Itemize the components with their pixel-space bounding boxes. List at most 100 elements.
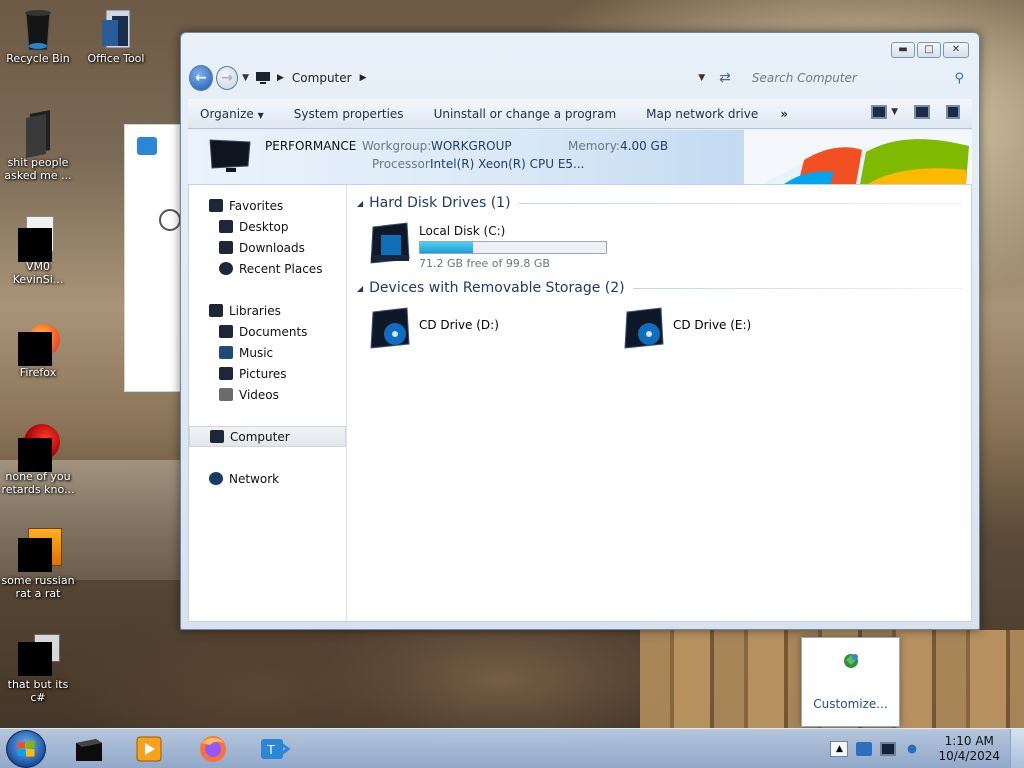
address-bar[interactable]: ▶ Computer ▶	[255, 67, 648, 89]
more-commands-button[interactable]: »	[780, 107, 788, 121]
info-icon	[159, 209, 181, 231]
recent-pages-dropdown[interactable]: ▼	[242, 73, 249, 83]
organize-menu[interactable]: Organize ▼	[200, 107, 264, 121]
system-properties-button[interactable]: System properties	[294, 107, 404, 121]
maximize-button[interactable]: □	[917, 42, 941, 58]
network-status-icon[interactable]	[880, 742, 897, 756]
breadcrumb-computer[interactable]: Computer	[292, 71, 352, 85]
app-icon	[16, 528, 62, 572]
explorer-icon	[76, 739, 102, 761]
security-shield-icon[interactable]	[856, 742, 873, 756]
drives-view: ◢ Hard Disk Drives (1) Local Disk (C:) 7…	[347, 185, 971, 621]
nav-label: Videos	[239, 387, 279, 402]
network-globe-icon[interactable]	[842, 652, 860, 670]
desktop-icon-vm0[interactable]: VM0 KevinSi...	[0, 214, 76, 286]
drive-cd-e[interactable]: CD Drive (E:)	[621, 304, 875, 352]
media-player-icon	[136, 736, 162, 762]
collapse-icon[interactable]: ◢	[357, 284, 363, 293]
desktop-icon-shortcut-3[interactable]: some russian rat a rat	[0, 528, 76, 600]
drive-free-space: 71.2 GB free of 99.8 GB	[419, 257, 550, 270]
view-dropdown-icon[interactable]: ▼	[891, 107, 898, 117]
forward-button[interactable]: →	[215, 66, 239, 90]
processor-value: Intel(R) Xeon(R) CPU E5...	[430, 157, 585, 171]
desktop-icon-firefox[interactable]: Firefox	[0, 320, 76, 379]
clock-time: 1:10 AM	[944, 734, 994, 748]
nav-downloads[interactable]: Downloads	[189, 237, 346, 258]
nav-documents[interactable]: Documents	[189, 321, 346, 342]
nav-desktop[interactable]: Desktop	[189, 216, 346, 237]
desktop-icon-office-tool[interactable]: Office Tool	[78, 6, 154, 65]
folder-icon	[16, 110, 60, 158]
nav-music[interactable]: Music	[189, 342, 346, 363]
help-icon[interactable]	[946, 105, 960, 119]
background-window[interactable]	[124, 124, 186, 392]
nav-label: Libraries	[229, 303, 281, 318]
drive-cd-d[interactable]: CD Drive (D:)	[367, 304, 621, 352]
drive-name: CD Drive (E:)	[673, 318, 752, 332]
desktop-icon-label: Firefox	[19, 366, 57, 379]
breadcrumb-chevron-icon[interactable]: ▶	[277, 73, 284, 83]
nav-recent-places[interactable]: Recent Places	[189, 258, 346, 279]
view-options-icon[interactable]	[871, 105, 888, 119]
nav-favorites[interactable]: Favorites	[189, 195, 346, 216]
caption-buttons: ▬ □ ✕	[889, 42, 969, 58]
network-icon	[209, 472, 223, 485]
minimize-button[interactable]: ▬	[891, 42, 915, 58]
preview-pane-icon[interactable]	[914, 105, 930, 119]
star-icon	[209, 199, 223, 212]
map-network-drive-button[interactable]: Map network drive	[646, 107, 758, 121]
drive-name: CD Drive (D:)	[419, 318, 499, 332]
windows-orb-icon	[17, 740, 35, 757]
desktop-icon-folder-1[interactable]: shit people asked me ...	[0, 110, 76, 182]
taskbar-app-button[interactable]: T	[258, 733, 292, 765]
nav-network[interactable]: Network	[189, 468, 346, 489]
nav-pictures[interactable]: Pictures	[189, 363, 346, 384]
search-icon[interactable]: ⚲	[954, 71, 964, 86]
desktop-icon-label: none of you retards kno...	[1, 470, 75, 496]
desktop-icon-label: that but its c#	[7, 678, 69, 704]
desktop-icon-shortcut-4[interactable]: that but its c#	[0, 632, 76, 704]
taskbar-explorer-button[interactable]	[72, 733, 106, 765]
start-button[interactable]	[6, 730, 46, 768]
breadcrumb-chevron-icon[interactable]: ▶	[360, 73, 367, 83]
volume-icon[interactable]	[904, 742, 921, 756]
file-icon	[16, 214, 60, 262]
address-dropdown-icon[interactable]: ▼	[698, 73, 705, 83]
taskbar-firefox-button[interactable]	[196, 733, 230, 765]
computer-icon	[256, 72, 270, 84]
desktop-icon-label: some russian rat a rat	[1, 574, 75, 600]
tray-overflow-button[interactable]: ▲	[830, 741, 849, 757]
desktop-icon-label: VM0 KevinSi...	[12, 260, 64, 286]
nav-videos[interactable]: Videos	[189, 384, 346, 405]
desktop-icon-recycle-bin[interactable]: Recycle Bin	[0, 6, 76, 65]
firefox-icon	[16, 320, 60, 366]
back-button[interactable]: ←	[189, 65, 213, 91]
windows-logo-graphic	[744, 130, 972, 184]
group-header-hdd[interactable]: ◢ Hard Disk Drives (1)	[357, 193, 963, 213]
nav-computer[interactable]: Computer	[189, 426, 346, 447]
details-pane: PERFORMANCE Workgroup: WORKGROUP Memory:…	[188, 130, 972, 184]
customize-link[interactable]: Customize...	[802, 697, 899, 711]
removable-drives-row: CD Drive (D:) CD Drive (E:)	[357, 298, 963, 352]
drive-name: Local Disk (C:)	[419, 224, 506, 238]
hard-drive-icon	[370, 222, 410, 264]
drive-usage-bar	[419, 241, 607, 254]
group-header-removable[interactable]: ◢ Devices with Removable Storage (2)	[357, 278, 963, 298]
nav-label: Music	[239, 345, 274, 360]
app-icon	[16, 424, 60, 472]
refresh-icon[interactable]: ⇄	[719, 70, 731, 86]
uninstall-program-button[interactable]: Uninstall or change a program	[434, 107, 617, 121]
svg-text:T: T	[267, 742, 275, 757]
drive-local-c[interactable]: Local Disk (C:) 71.2 GB free of 99.8 GB	[357, 213, 963, 270]
show-desktop-button[interactable]	[1010, 729, 1024, 768]
explorer-window[interactable]: ▬ □ ✕ ← → ▼ ▶ Computer ▶ ▼ ⇄ Search Comp…	[180, 32, 980, 630]
close-button[interactable]: ✕	[943, 42, 969, 58]
nav-libraries[interactable]: Libraries	[189, 300, 346, 321]
taskbar-media-player-button[interactable]	[132, 733, 166, 765]
nav-label: Recent Places	[239, 261, 323, 276]
collapse-icon[interactable]: ◢	[357, 199, 363, 208]
clock[interactable]: 1:10 AM 10/4/2024	[938, 734, 1000, 764]
search-input[interactable]: Search Computer ⚲	[745, 66, 971, 90]
desktop-icon-shortcut-2[interactable]: none of you retards kno...	[0, 424, 76, 496]
videos-icon	[219, 388, 233, 401]
